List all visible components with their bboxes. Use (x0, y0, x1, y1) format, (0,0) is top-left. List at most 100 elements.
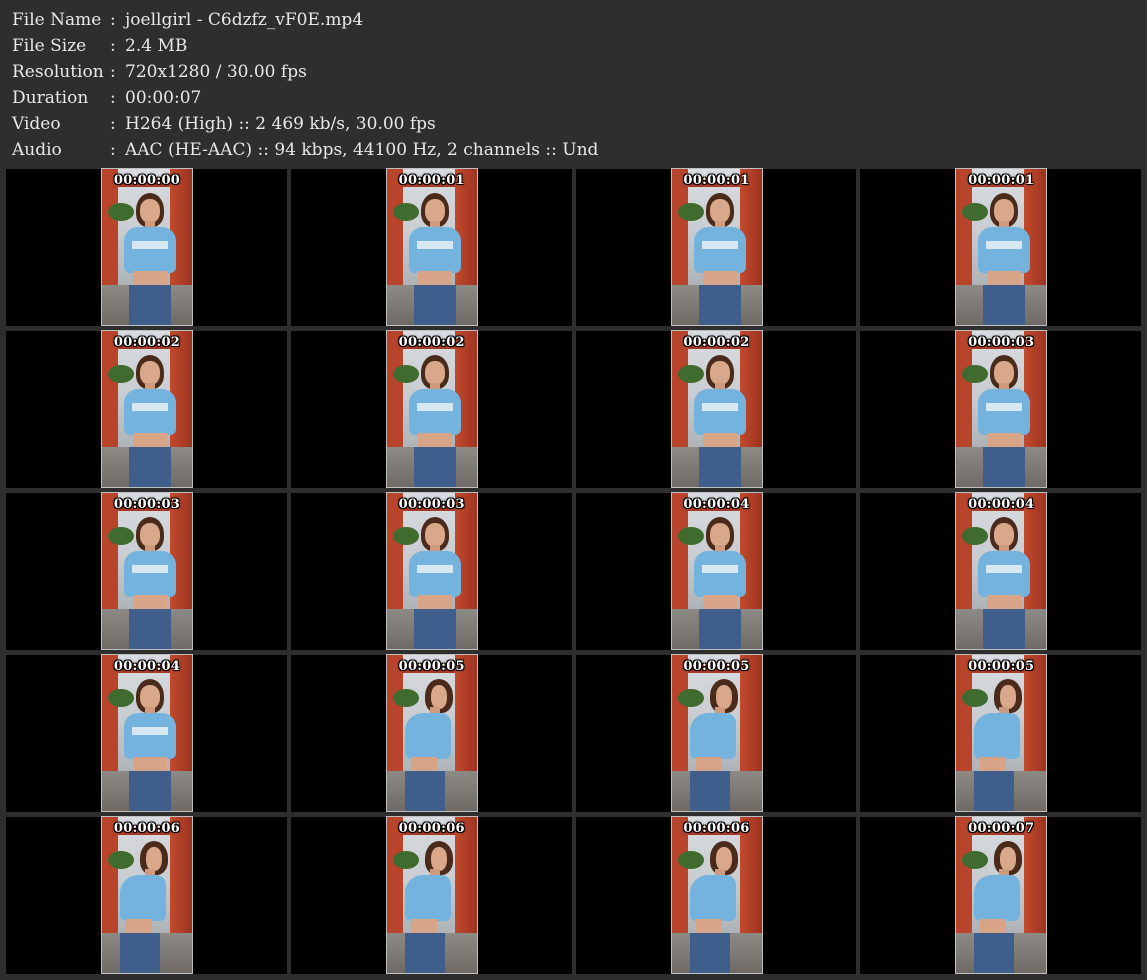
frame-timestamp: 00:00:01 (968, 173, 1035, 188)
thumbnail-cell[interactable]: 00:00:02 (575, 330, 857, 488)
frame-jeans (983, 447, 1026, 487)
thumbnail-cell[interactable]: 00:00:02 (290, 330, 572, 488)
video-frame-thumbnail[interactable]: 00:00:04 (670, 492, 763, 650)
thumbnail-cell[interactable]: 00:00:05 (290, 654, 572, 812)
frame-shirt (974, 875, 1021, 921)
frame-shirt-text (416, 565, 453, 573)
video-frame-thumbnail[interactable]: 00:00:05 (385, 654, 478, 812)
video-frame-thumbnail[interactable]: 00:00:06 (101, 816, 193, 974)
frame-shirt-text (701, 403, 738, 411)
thumbnail-row: 00:00:00 00:00:01 00:00:01 00:00:01 (4, 167, 1143, 329)
thumbnail-cell[interactable]: 00:00:01 (290, 168, 572, 326)
frame-timestamp: 00:00:04 (113, 659, 181, 674)
thumbnail-cell[interactable]: 00:00:07 (860, 816, 1141, 974)
video-frame-thumbnail[interactable]: 00:00:05 (955, 654, 1048, 812)
frame-shirt-text (132, 241, 168, 249)
thumbnail-cell[interactable]: 00:00:03 (290, 492, 572, 650)
frame-timestamp: 00:00:00 (113, 173, 181, 188)
video-frame-thumbnail[interactable]: 00:00:06 (670, 816, 763, 974)
thumbnail-cell[interactable]: 00:00:03 (6, 492, 287, 650)
thumbnail-cell[interactable]: 00:00:01 (575, 168, 857, 326)
thumbnail-cell[interactable]: 00:00:02 (6, 330, 287, 488)
frame-shirt-text (701, 241, 738, 249)
frame-tree (108, 851, 134, 869)
video-frame-thumbnail[interactable]: 00:00:05 (670, 654, 763, 812)
frame-face (1000, 685, 1017, 709)
thumbnail-cell[interactable]: 00:00:06 (6, 816, 287, 974)
frame-jeans (698, 285, 741, 325)
frame-tree (108, 203, 134, 221)
frame-timestamp: 00:00:07 (968, 821, 1035, 836)
frame-shirt (693, 389, 746, 435)
info-value: 00:00:07 (125, 88, 202, 108)
frame-tree (677, 689, 704, 707)
frame-tree (677, 203, 704, 221)
video-frame-thumbnail[interactable]: 00:00:07 (955, 816, 1048, 974)
video-frame-thumbnail[interactable]: 00:00:02 (101, 330, 193, 488)
frame-timestamp: 00:00:02 (398, 335, 465, 350)
info-separator: : (110, 10, 116, 30)
frame-shirt (124, 713, 176, 759)
video-frame-thumbnail[interactable]: 00:00:03 (101, 492, 193, 650)
video-frame-thumbnail[interactable]: 00:00:03 (955, 330, 1048, 488)
frame-timestamp: 00:00:06 (113, 821, 181, 836)
video-frame-thumbnail[interactable]: 00:00:03 (385, 492, 478, 650)
info-value: joellgirl - C6dzfz_vF0E.mp4 (125, 10, 364, 30)
video-frame-thumbnail[interactable]: 00:00:06 (385, 816, 478, 974)
frame-face (715, 847, 732, 871)
video-frame-thumbnail[interactable]: 00:00:04 (955, 492, 1048, 650)
video-frame-thumbnail[interactable]: 00:00:00 (101, 168, 193, 326)
frame-face (140, 199, 160, 223)
frame-shirt-text (986, 565, 1023, 573)
frame-timestamp: 00:00:01 (398, 173, 465, 188)
thumbnail-cell[interactable]: 00:00:05 (575, 654, 857, 812)
thumbnail-cell[interactable]: 00:00:04 (860, 492, 1141, 650)
video-frame-thumbnail[interactable]: 00:00:01 (955, 168, 1048, 326)
thumbnail-cell[interactable]: 00:00:06 (575, 816, 857, 974)
video-frame-thumbnail[interactable]: 00:00:02 (670, 330, 763, 488)
info-separator: : (110, 62, 116, 82)
frame-timestamp: 00:00:02 (113, 335, 181, 350)
info-separator: : (110, 140, 116, 160)
frame-shirt-text (132, 565, 168, 573)
frame-face (1000, 847, 1017, 871)
frame-jeans (404, 933, 445, 973)
frame-face (994, 523, 1015, 547)
video-frame-thumbnail[interactable]: 00:00:01 (670, 168, 763, 326)
frame-face (994, 361, 1015, 385)
thumbnail-grid: 00:00:00 00:00:01 00:00:01 00:00:01 00:00:02… (4, 167, 1143, 977)
thumbnail-cell[interactable]: 00:00:04 (575, 492, 857, 650)
frame-face (424, 523, 445, 547)
frame-tree (962, 689, 989, 707)
frame-jeans (129, 285, 171, 325)
frame-jeans (698, 447, 741, 487)
thumbnail-cell[interactable]: 00:00:01 (860, 168, 1141, 326)
info-row-file-size: File Size : 2.4 MB (12, 33, 598, 59)
thumbnail-cell[interactable]: 00:00:05 (860, 654, 1141, 812)
frame-shirt (408, 551, 461, 597)
frame-shirt (124, 389, 176, 435)
info-row-duration: Duration : 00:00:07 (12, 85, 598, 111)
frame-jeans (983, 285, 1026, 325)
frame-tree (677, 851, 704, 869)
thumbnail-cell[interactable]: 00:00:06 (290, 816, 572, 974)
video-frame-thumbnail[interactable]: 00:00:01 (385, 168, 478, 326)
info-separator: : (110, 88, 116, 108)
frame-shirt (693, 551, 746, 597)
thumbnail-cell[interactable]: 00:00:04 (6, 654, 287, 812)
frame-tree (962, 851, 989, 869)
thumbnail-cell[interactable]: 00:00:00 (6, 168, 287, 326)
thumbnail-cell[interactable]: 00:00:03 (860, 330, 1141, 488)
frame-face (424, 199, 445, 223)
info-separator: : (110, 36, 116, 56)
info-label: Resolution (12, 62, 104, 82)
info-value: 720x1280 / 30.00 fps (125, 62, 307, 82)
video-frame-thumbnail[interactable]: 00:00:02 (385, 330, 478, 488)
frame-tree (392, 203, 419, 221)
info-label: File Name (12, 10, 102, 30)
frame-face (140, 361, 160, 385)
info-separator: : (110, 114, 116, 134)
video-frame-thumbnail[interactable]: 00:00:04 (101, 654, 193, 812)
frame-timestamp: 00:00:05 (968, 659, 1035, 674)
thumbnail-row: 00:00:03 00:00:03 00:00:04 00:00:04 (4, 491, 1143, 653)
